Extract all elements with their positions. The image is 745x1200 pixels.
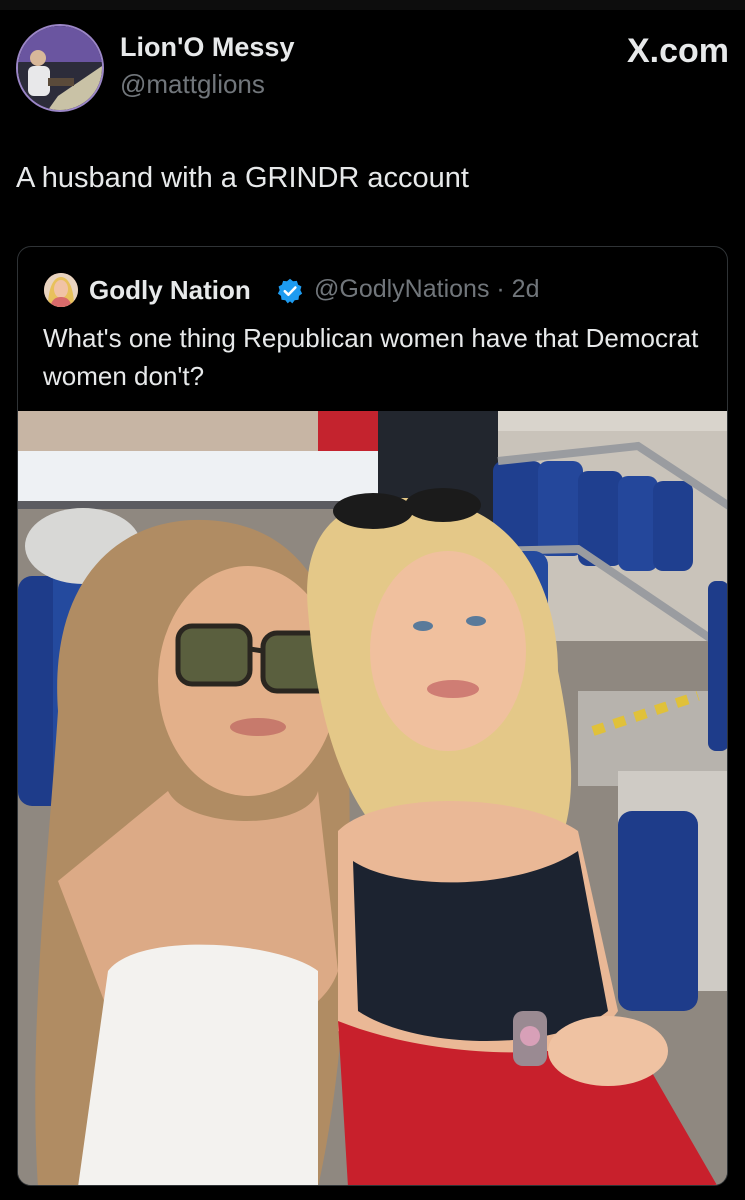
quoted-tweet-text: What's one thing Republican women have t… [43,323,699,391]
quoted-tweet-photo[interactable] [18,411,727,1185]
avatar-photo-icon [44,273,78,307]
tweet-text: A husband with a GRINDR account [16,162,469,194]
photo-image-icon [18,411,727,1185]
top-bar [0,0,745,10]
quoted-author-avatar[interactable] [44,273,78,307]
author-handle[interactable]: @mattglions [120,69,265,100]
quoted-author-name[interactable]: Godly Nation [89,275,251,306]
author-avatar[interactable] [16,24,104,112]
brand-watermark: X.com [626,32,729,70]
quoted-author-handle-time[interactable]: @GodlyNations · 2d [314,275,539,304]
author-display-name[interactable]: Lion'O Messy [120,32,294,63]
verified-badge-icon [277,278,303,304]
avatar-photo-icon [18,26,102,110]
quoted-tweet-card[interactable]: Godly Nation @GodlyNations · 2d What's o… [17,246,728,1186]
tweet-header: Lion'O Messy @mattglions X.com [16,24,729,114]
